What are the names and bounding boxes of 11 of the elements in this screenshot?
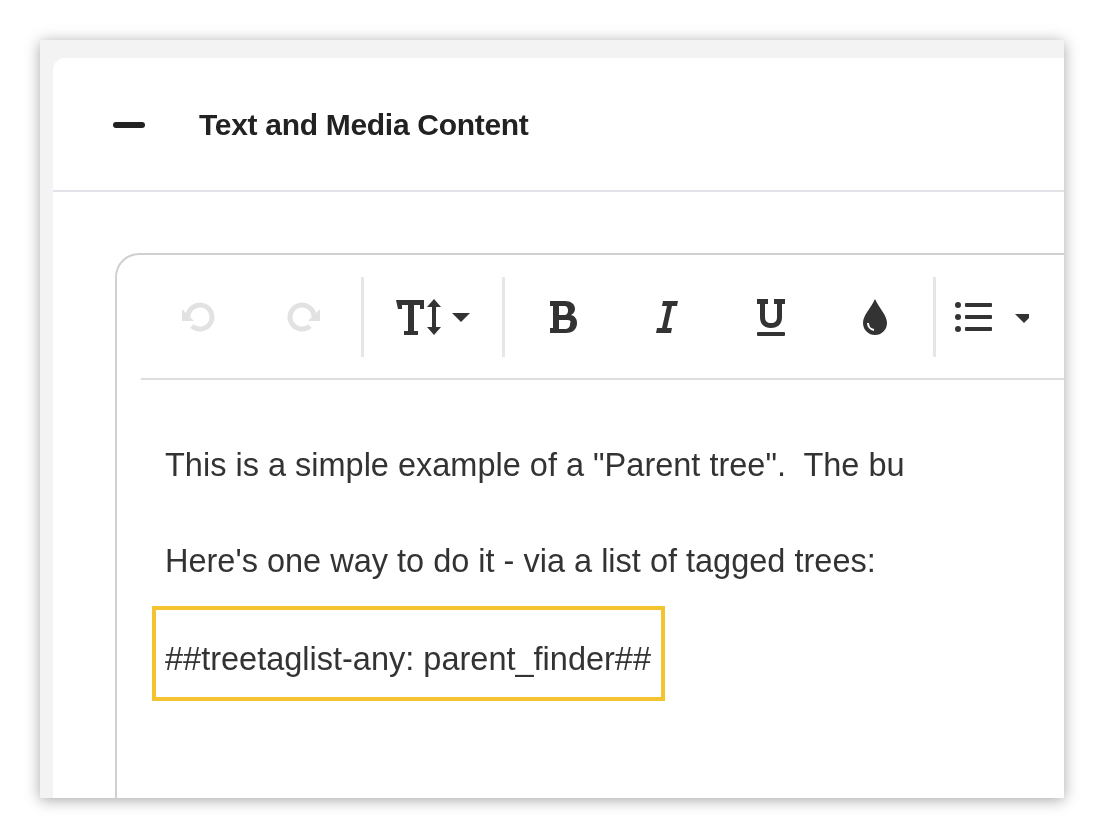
highlighted-tag: ##treetaglist-any: parent_finder##: [152, 606, 665, 701]
italic-icon: [655, 298, 679, 335]
caret-icon: [1015, 313, 1029, 324]
paragraph: Here's one way to do it - via a list of tagged trees:: [165, 542, 877, 581]
bold-icon: [548, 298, 578, 335]
collapse-icon[interactable]: [113, 120, 145, 129]
bullet-list-icon: [955, 300, 993, 333]
drop-icon: [862, 297, 888, 336]
paragraph: This is a simple example of a "Parent tree". The bu: [165, 446, 906, 485]
section-title: Text and Media Content: [199, 106, 529, 143]
underline-icon: [755, 296, 787, 337]
